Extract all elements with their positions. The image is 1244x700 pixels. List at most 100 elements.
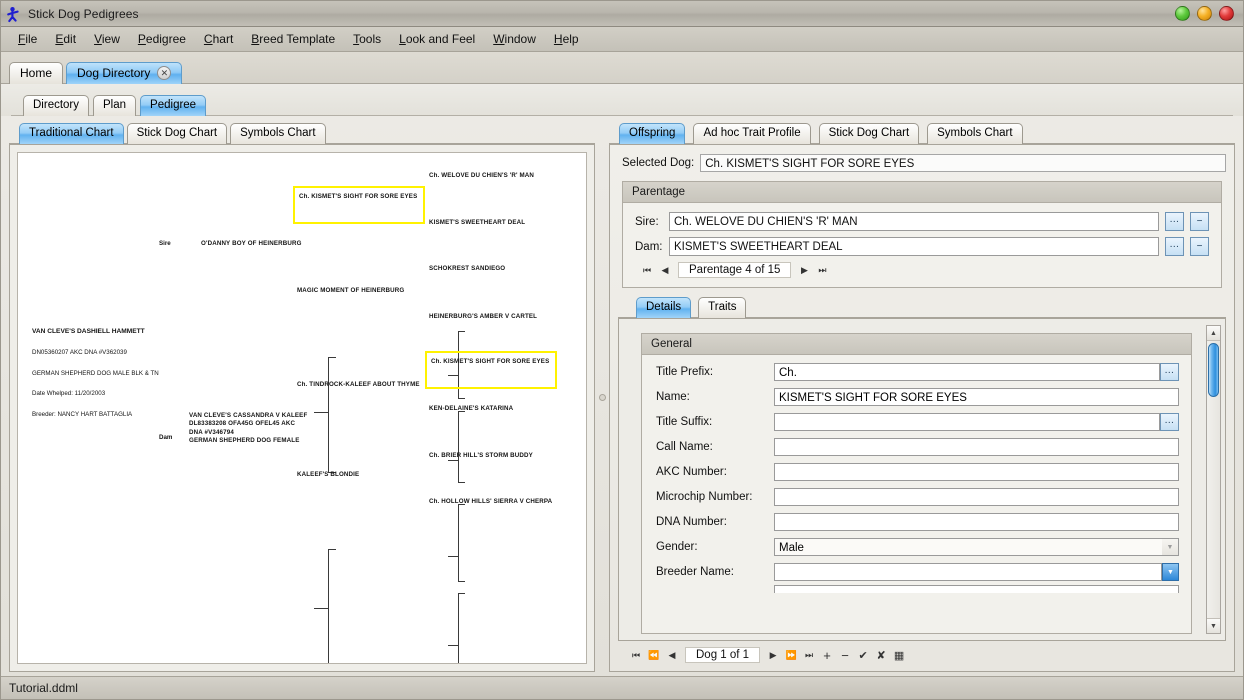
tab-directory-label: Directory [33, 99, 80, 111]
microchip-number-input[interactable] [774, 488, 1179, 506]
gen2-sire-sire[interactable]: Ch. KISMET'S SIGHT FOR SORE EYES [293, 186, 425, 224]
gen3-c[interactable]: SCHOKREST SANDIEGO [429, 265, 557, 273]
general-field-list: Title Prefix: Ch. … Name: KISMET'S SIGHT… [642, 355, 1191, 593]
tab-stick-dog-chart-right[interactable]: Stick Dog Chart [818, 123, 920, 144]
tab-directory[interactable]: Directory [23, 95, 90, 116]
details-vertical-scrollbar[interactable]: ▲ ▼ [1206, 325, 1221, 634]
title-prefix-input[interactable]: Ch. [774, 363, 1160, 381]
split-pane-divider[interactable] [595, 122, 609, 672]
gen1-dam[interactable]: VAN CLEVE'S CASSANDRA V KALEEF DL8338320… [189, 412, 311, 445]
record-add-button[interactable]: + [819, 647, 835, 663]
menu-pedigree[interactable]: Pedigree [129, 29, 195, 49]
tab-offspring-label: Offspring [629, 127, 676, 139]
maximize-button[interactable] [1197, 6, 1212, 21]
breeder-name-input[interactable] [774, 563, 1162, 581]
field-call-name: Call Name: [656, 438, 1179, 456]
parentage-group-title: Parentage [623, 182, 1221, 203]
dam-remove-button[interactable]: − [1190, 237, 1209, 256]
minimize-button[interactable] [1175, 6, 1190, 21]
tab-pedigree-label: Pedigree [150, 99, 197, 111]
title-suffix-input[interactable] [774, 413, 1160, 431]
selected-dog-row: Selected Dog: Ch. KISMET'S SIGHT FOR SOR… [622, 154, 1226, 172]
sire-input[interactable]: Ch. WELOVE DU CHIEN'S 'R' MAN [669, 212, 1159, 231]
menu-help[interactable]: Help [545, 29, 588, 49]
dam-row: Dam: KISMET'S SWEETHEART DEAL … − [635, 237, 1209, 256]
menu-chart[interactable]: Chart [195, 29, 242, 49]
tab-plan-label: Plan [103, 99, 127, 111]
parentage-last-button[interactable]: ⏭ [814, 262, 830, 278]
gen3-g[interactable]: Ch. BRIER HILL'S STORM BUDDY [429, 452, 557, 460]
tab-pedigree[interactable]: Pedigree [140, 95, 207, 116]
gen3-e[interactable]: Ch. KISMET'S SIGHT FOR SORE EYES [425, 351, 557, 389]
sire-remove-button[interactable]: − [1190, 212, 1209, 231]
akc-number-input[interactable] [774, 463, 1179, 481]
tab-plan[interactable]: Plan [93, 95, 137, 116]
gen3-a[interactable]: Ch. WELOVE DU CHIEN'S 'R' MAN [429, 172, 557, 180]
parentage-prev-button[interactable]: ◀ [657, 262, 673, 278]
record-last-button[interactable]: ⏭ [801, 647, 817, 663]
tab-dog-directory[interactable]: Dog Directory ✕ [66, 62, 183, 84]
title-prefix-browse-button[interactable]: … [1160, 363, 1179, 381]
record-grid-button[interactable]: ▦ [891, 647, 907, 663]
gen2-dam-sire[interactable]: Ch. TINDROCK-KALEEF ABOUT THYME [297, 381, 423, 389]
scroll-up-icon[interactable]: ▲ [1207, 326, 1220, 341]
tab-traditional-chart[interactable]: Traditional Chart [19, 123, 124, 144]
gen1-sire[interactable]: O'DANNY BOY OF HEINERBURG [201, 240, 331, 248]
call-name-label: Call Name: [656, 441, 713, 453]
menu-file[interactable]: File [9, 29, 46, 49]
gen2-sire-dam[interactable]: MAGIC MOMENT OF HEINERBURG [297, 287, 427, 295]
record-first-button[interactable]: ⏮ [628, 647, 644, 663]
title-suffix-browse-button[interactable]: … [1160, 413, 1179, 431]
menu-tools[interactable]: Tools [344, 29, 390, 49]
gender-combo-value[interactable]: Male [774, 538, 1162, 556]
menu-look-and-feel[interactable]: Look and Feel [390, 29, 484, 49]
menu-view[interactable]: View [85, 29, 129, 49]
record-forward-button[interactable]: ⏩ [783, 647, 799, 663]
menu-edit[interactable]: Edit [46, 29, 85, 49]
call-name-input[interactable] [774, 438, 1179, 456]
field-partial-next [656, 585, 1179, 593]
scroll-thumb[interactable] [1208, 343, 1219, 397]
gen3-f[interactable]: KEN-DELAINE'S KATARINA [429, 405, 557, 413]
gen3-b[interactable]: KISMET'S SWEETHEART DEAL [429, 219, 557, 227]
parentage-group-body: Sire: Ch. WELOVE DU CHIEN'S 'R' MAN … − … [623, 203, 1221, 287]
tab-details-label: Details [646, 301, 682, 313]
pedigree-canvas[interactable]: VAN CLEVE'S DASHIELL HAMMETT DN05360207 … [17, 152, 587, 664]
chevron-down-icon-breeder[interactable]: ▼ [1162, 563, 1179, 581]
next-field-input[interactable] [774, 585, 1179, 593]
dam-input[interactable]: KISMET'S SWEETHEART DEAL [669, 237, 1159, 256]
close-button[interactable] [1219, 6, 1234, 21]
scroll-track[interactable] [1207, 341, 1220, 618]
parentage-next-button[interactable]: ▶ [796, 262, 812, 278]
record-rewind-button[interactable]: ⏪ [646, 647, 662, 663]
tab-symbols-chart[interactable]: Symbols Chart [230, 123, 326, 144]
tab-symbols-chart-right-label: Symbols Chart [937, 127, 1013, 139]
breeder-name-label: Breeder Name: [656, 566, 734, 578]
dam-browse-button[interactable]: … [1165, 237, 1184, 256]
record-prev-button[interactable]: ◀ [664, 647, 680, 663]
chevron-down-icon[interactable]: ▼ [1162, 538, 1179, 556]
tab-ad-hoc-trait-profile[interactable]: Ad hoc Trait Profile [693, 123, 811, 144]
record-cancel-button[interactable]: ✘ [873, 647, 889, 663]
tab-stick-dog-chart[interactable]: Stick Dog Chart [126, 123, 228, 144]
scroll-down-icon[interactable]: ▼ [1207, 618, 1220, 633]
tab-offspring[interactable]: Offspring [619, 123, 686, 144]
parentage-first-button[interactable]: ⏮ [639, 262, 655, 278]
record-remove-button[interactable]: − [837, 647, 853, 663]
gen2-dam-dam[interactable]: KALEEF'S BLONDIE [297, 471, 423, 479]
close-icon[interactable]: ✕ [157, 66, 172, 80]
menu-window[interactable]: Window [484, 29, 545, 49]
menu-breed-template[interactable]: Breed Template [242, 29, 344, 49]
gen3-h[interactable]: Ch. HOLLOW HILLS' SIERRA V CHERPA [429, 498, 557, 506]
sire-browse-button[interactable]: … [1165, 212, 1184, 231]
akc-number-label: AKC Number: [656, 466, 727, 478]
tab-traits[interactable]: Traits [698, 297, 747, 318]
name-input[interactable]: KISMET'S SIGHT FOR SORE EYES [774, 388, 1179, 406]
dna-number-input[interactable] [774, 513, 1179, 531]
record-next-button[interactable]: ▶ [765, 647, 781, 663]
tab-symbols-chart-right[interactable]: Symbols Chart [927, 123, 1023, 144]
tab-details[interactable]: Details [636, 297, 692, 318]
tab-home[interactable]: Home [9, 62, 64, 84]
gen3-d[interactable]: HEINERBURG'S AMBER V CARTEL [429, 313, 557, 321]
record-commit-button[interactable]: ✔ [855, 647, 871, 663]
